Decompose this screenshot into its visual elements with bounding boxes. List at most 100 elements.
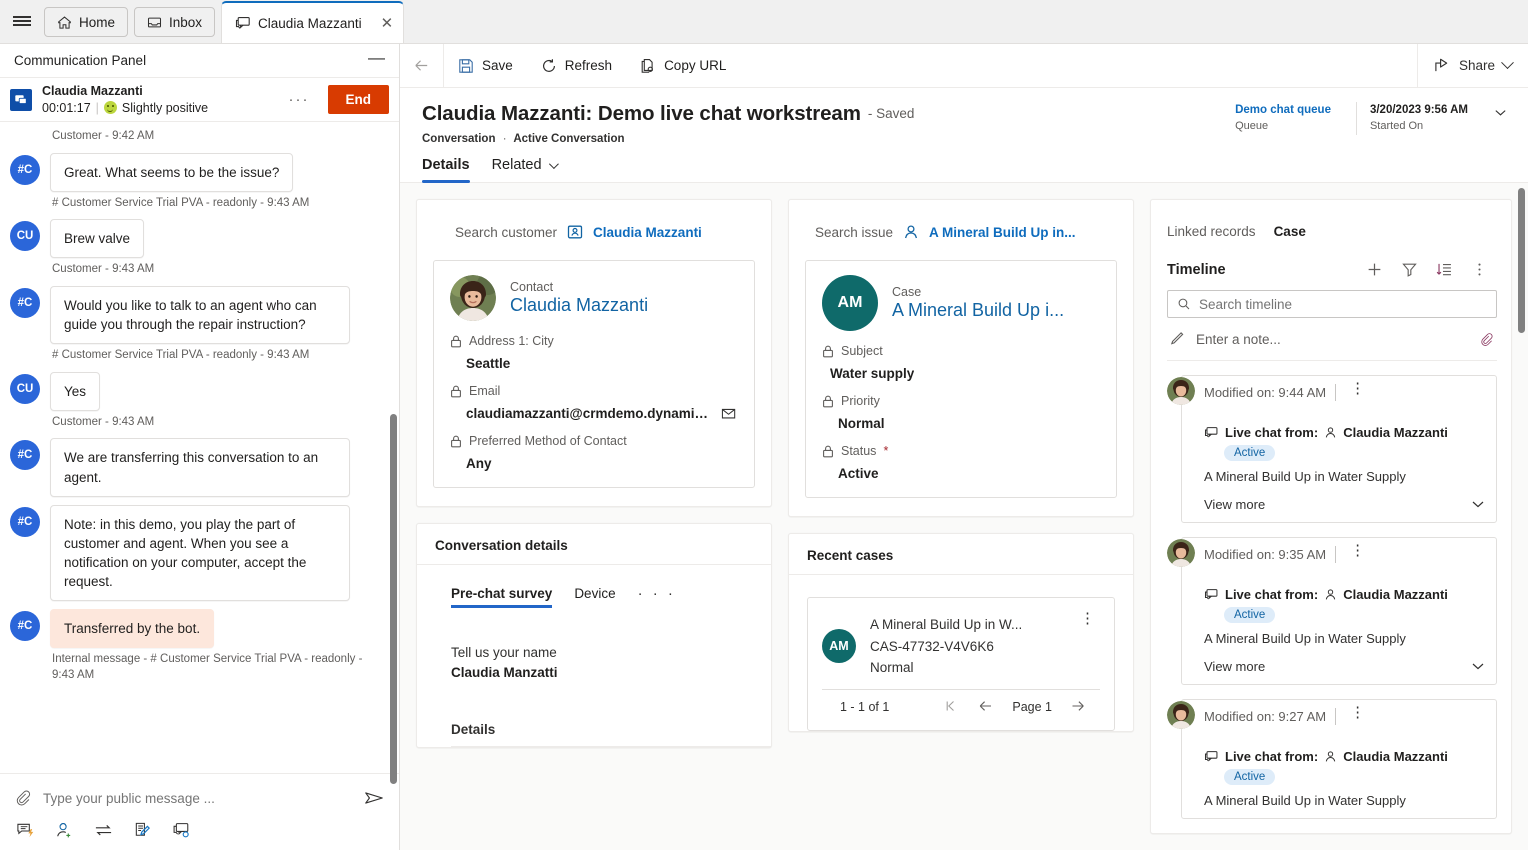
share-icon (1434, 57, 1451, 74)
message-timestamp: # Customer Service Trial PVA - readonly … (52, 349, 310, 362)
minimize-icon[interactable]: — (368, 49, 385, 72)
field-label: Email (450, 384, 738, 398)
lock-icon (450, 335, 462, 348)
canvas-scrollbar[interactable] (1518, 188, 1525, 333)
tab-details[interactable]: Details (422, 157, 470, 183)
linked-records-value[interactable]: Case (1274, 224, 1306, 239)
person-icon (1324, 750, 1337, 763)
tab-device[interactable]: Device (574, 586, 615, 608)
contact-entity-card: Contact Claudia Mazzanti Address 1: City (433, 260, 755, 488)
timeline-entry[interactable]: Modified on: 9:27 AM ⋮ Live chat from: C… (1151, 685, 1511, 819)
back-arrow-icon[interactable] (400, 43, 444, 88)
copy-url-button[interactable]: Copy URL (626, 44, 740, 88)
survey-question: Tell us your name (451, 645, 557, 660)
recent-cases-pager: 1 - 1 of 1 Page 1 (822, 688, 1100, 724)
transfer-icon[interactable] (94, 821, 113, 840)
contact-entity-name[interactable]: Claudia Mazzanti (510, 294, 738, 317)
conversation-more-button[interactable]: ··· (281, 91, 318, 108)
plus-icon[interactable] (1357, 261, 1392, 278)
first-page-icon[interactable] (934, 699, 968, 716)
next-page-icon[interactable] (1060, 699, 1096, 716)
timeline-search[interactable] (1167, 290, 1497, 318)
header-field-queue[interactable]: Demo chat queue Queue (1222, 102, 1344, 135)
timeline-card: Linked records Case Timeline Search time… (1150, 199, 1512, 834)
tab-pre-chat-survey[interactable]: Pre-chat survey (451, 586, 553, 608)
add-agent-icon[interactable] (55, 821, 74, 840)
tab-home[interactable]: Home (44, 7, 129, 37)
recent-cases-title: Recent cases (789, 534, 1133, 575)
hamburger-icon[interactable] (0, 0, 44, 43)
avatar (1167, 539, 1195, 567)
send-icon[interactable] (363, 787, 385, 809)
chevron-down-icon[interactable] (1493, 105, 1508, 123)
kebab-icon[interactable]: ⋮ (1345, 705, 1370, 719)
field-preferred-contact: Preferred Method of Contact Any (450, 434, 738, 471)
required-marker: * (883, 444, 889, 458)
previous-page-icon[interactable] (968, 699, 1004, 716)
timeline-modified-on: Modified on: 9:44 AM (1204, 385, 1327, 400)
timeline-entry[interactable]: Modified on: 9:44 AM ⋮ Live chat from: C… (1151, 361, 1511, 523)
tab-inbox[interactable]: Inbox (134, 7, 216, 37)
pre-chat-survey: Tell us your name Claudia Manzatti (451, 609, 753, 684)
timeline-entry[interactable]: Modified on: 9:35 AM ⋮ Live chat from: C… (1151, 523, 1511, 685)
recent-case-item[interactable]: AM A Mineral Build Up in W... CAS-47732-… (807, 597, 1115, 731)
home-icon (57, 15, 72, 30)
paperclip-icon[interactable] (1479, 332, 1495, 348)
timeline-entry-box: Modified on: 9:44 AM ⋮ Live chat from: C… (1181, 375, 1497, 523)
lock-icon (822, 345, 834, 358)
field-label-text: Address 1: City (469, 334, 554, 348)
timeline-view-more[interactable]: View more (1204, 496, 1486, 512)
case-entity-kind: Case (892, 284, 922, 299)
chevron-down-icon (1470, 496, 1486, 512)
share-button[interactable]: Share (1416, 43, 1528, 88)
notes-icon[interactable] (133, 821, 152, 840)
field-label-text: Status (841, 444, 877, 458)
sort-icon[interactable] (1427, 261, 1462, 278)
kebab-icon[interactable]: ⋮ (1345, 543, 1370, 557)
issue-lookup[interactable]: Search issue A Mineral Build Up in... (789, 200, 1133, 240)
refresh-button[interactable]: Refresh (527, 44, 626, 88)
chat-scrollbar[interactable] (390, 414, 397, 784)
contact-photo (450, 275, 496, 321)
conversation-details-overflow[interactable]: · · · (638, 585, 676, 609)
quick-replies-icon[interactable] (16, 821, 35, 840)
message-input[interactable] (43, 790, 353, 806)
filter-icon[interactable] (1392, 261, 1427, 278)
view-tabs: Details Related (400, 145, 1528, 183)
save-button[interactable]: Save (444, 44, 527, 88)
kebab-icon[interactable]: ⋮ (1075, 611, 1100, 625)
paperclip-icon[interactable] (14, 789, 33, 808)
column-timeline: Linked records Case Timeline Search time… (1150, 199, 1512, 834)
chevron-down-icon (1470, 658, 1486, 674)
person-icon (903, 224, 919, 240)
case-entity-card: AM Case A Mineral Build Up i... Subject … (805, 260, 1117, 498)
issue-lookup-value[interactable]: A Mineral Build Up in... (929, 225, 1076, 240)
customer-lookup-label: Search customer (455, 224, 558, 240)
sentiment-label: Slightly positive (121, 100, 209, 115)
session-tab-bar: Home Inbox Claudia Mazzanti ✕ (0, 0, 1528, 44)
pager-count: 1 - 1 of 1 (840, 700, 890, 715)
email-icon[interactable] (721, 406, 738, 421)
tab-claudia-mazzanti[interactable]: Claudia Mazzanti ✕ (221, 1, 405, 43)
end-conversation-button[interactable]: End (327, 85, 389, 114)
field-value-text: claudiamazzanti@crmdemo.dynamics.... (466, 406, 715, 421)
field-value: Normal (822, 408, 1100, 431)
timeline-view-more[interactable]: View more (1204, 658, 1486, 674)
customer-lookup[interactable]: Search customer Claudia Mazzanti (417, 200, 771, 240)
close-icon[interactable]: ✕ (381, 16, 394, 31)
message-timestamp: Customer - 9:43 AM (52, 263, 155, 276)
timeline-note-row[interactable]: Enter a note... (1167, 318, 1497, 361)
conversation-customer-name: Claudia Mazzanti (42, 84, 143, 98)
field-value-text: Seattle (466, 356, 511, 371)
chat-message: CU Yes (10, 371, 385, 411)
tab-related[interactable]: Related (492, 157, 559, 182)
timeline-search-input[interactable] (1199, 296, 1487, 312)
consult-icon[interactable] (172, 821, 191, 840)
recent-case-priority: Normal (870, 660, 914, 676)
kebab-icon[interactable]: ⋮ (1345, 381, 1370, 395)
customer-lookup-value[interactable]: Claudia Mazzanti (593, 225, 702, 240)
kebab-icon[interactable] (1462, 261, 1497, 278)
timeline-title: Timeline (1167, 261, 1226, 278)
field-status: Status * Active (822, 444, 1100, 481)
case-entity-name[interactable]: A Mineral Build Up i... (892, 299, 1100, 322)
